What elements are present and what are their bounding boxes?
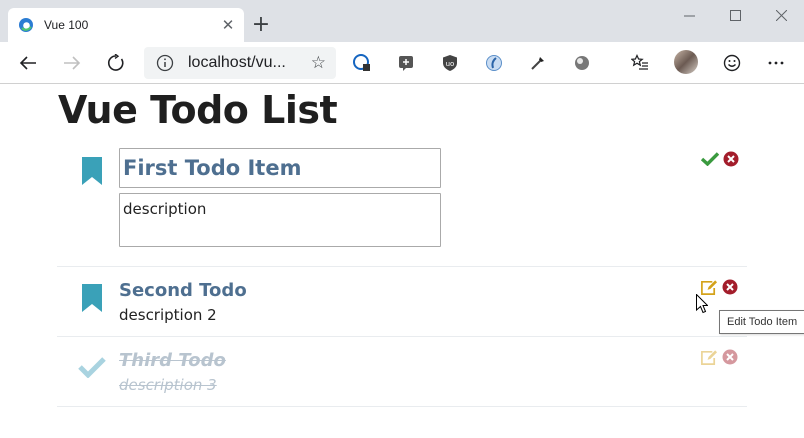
bookmark-icon (82, 157, 102, 185)
refresh-icon[interactable] (102, 49, 130, 77)
edit-tooltip: Edit Todo Item (719, 310, 804, 334)
extension-swirl-icon[interactable] (485, 54, 503, 72)
save-check-icon[interactable] (701, 150, 719, 168)
address-bar[interactable]: localhost/vu... ☆ (144, 47, 336, 79)
site-info-icon[interactable] (156, 54, 174, 72)
browser-tab[interactable]: Vue 100 ✕ (8, 8, 244, 42)
page-title: Vue Todo List (58, 88, 338, 132)
forward-arrow-icon[interactable] (58, 49, 86, 77)
edge-favicon-icon (19, 18, 33, 32)
delete-icon[interactable] (721, 278, 739, 296)
password-manager-icon[interactable] (353, 54, 371, 72)
favorite-star-icon[interactable]: ☆ (311, 53, 326, 73)
extension-orb-icon[interactable] (573, 54, 591, 72)
todo-description: description 3 (119, 376, 217, 394)
todo-item-editing: description (57, 133, 747, 267)
profile-avatar[interactable] (674, 50, 698, 74)
minimize-icon[interactable] (666, 4, 712, 26)
todo-title-input[interactable] (119, 148, 441, 188)
delete-icon[interactable] (722, 150, 740, 168)
bookmark-icon (82, 284, 102, 312)
note-extension-icon[interactable] (397, 54, 415, 72)
todo-actions (701, 150, 740, 168)
mouse-cursor-icon (696, 294, 708, 314)
new-tab-button[interactable]: + (250, 12, 272, 37)
favorites-list-icon[interactable] (631, 54, 649, 72)
todo-title[interactable]: Third Todo (119, 350, 226, 371)
maximize-icon[interactable] (712, 4, 758, 26)
svg-text:uo: uo (446, 60, 455, 68)
ublock-shield-icon[interactable]: uo (441, 54, 459, 72)
todo-title[interactable]: Second Todo (119, 280, 247, 301)
window-close-icon[interactable] (758, 4, 804, 26)
more-menu-icon[interactable] (767, 54, 785, 72)
check-icon (78, 357, 106, 378)
todo-description: description 2 (119, 306, 217, 324)
eyedropper-icon[interactable] (529, 54, 547, 72)
tab-title: Vue 100 (44, 18, 89, 32)
todo-actions (700, 348, 739, 366)
todo-item-done: Third Todo description 3 (57, 337, 747, 407)
tab-close-icon[interactable]: ✕ (220, 16, 236, 34)
back-arrow-icon[interactable] (14, 49, 42, 77)
url-text[interactable]: localhost/vu... (188, 54, 311, 72)
feedback-smiley-icon[interactable] (723, 54, 741, 72)
edit-icon[interactable] (700, 348, 718, 366)
todo-description-textarea[interactable]: description (119, 193, 441, 247)
todo-item: Second Todo description 2 (57, 267, 747, 337)
tab-strip: Vue 100 ✕ + (0, 0, 804, 42)
delete-icon[interactable] (721, 348, 739, 366)
